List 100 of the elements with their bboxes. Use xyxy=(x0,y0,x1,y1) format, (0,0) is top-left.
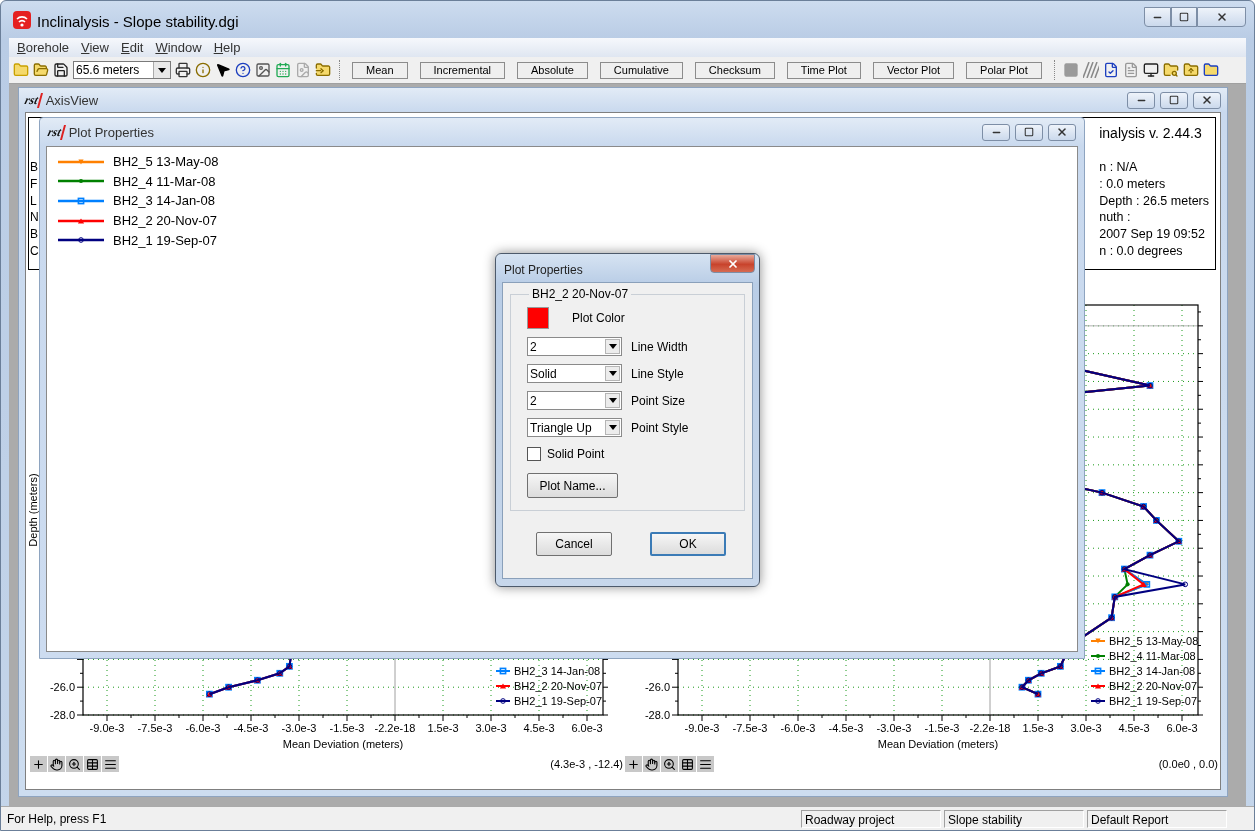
info-text: 2007 Sep 19 09:52 xyxy=(1099,226,1206,243)
caret-icon xyxy=(608,425,617,430)
toolbar-button[interactable]: Vector Plot xyxy=(872,61,955,79)
toolbar-button[interactable]: Absolute xyxy=(517,61,588,79)
info-text: B xyxy=(30,159,39,176)
status-pane: Roadway project xyxy=(801,809,941,828)
close-icon xyxy=(1056,126,1068,138)
pan-button[interactable] xyxy=(48,756,65,772)
dialog-button[interactable]: Cancel xyxy=(536,532,612,556)
legend-label: BH2_3 14-Jan-08 xyxy=(514,665,601,677)
menu-item[interactable]: Window xyxy=(149,40,208,55)
tick-label: -26.0 xyxy=(49,681,75,694)
maximize-icon xyxy=(1179,12,1189,22)
plot-list-item[interactable]: BH2_3 14-Jan-08 xyxy=(113,193,215,209)
tick-label: -2.2e-18 xyxy=(969,722,1011,734)
lines-icon xyxy=(699,757,712,771)
zoom-button[interactable] xyxy=(661,756,678,772)
minimize-button[interactable] xyxy=(1144,7,1171,27)
info-icon[interactable] xyxy=(195,62,211,78)
toolbar-button[interactable]: Mean xyxy=(352,61,408,79)
maximize-button[interactable] xyxy=(1160,91,1188,109)
color-swatch[interactable] xyxy=(527,307,549,329)
checkbox[interactable] xyxy=(527,447,541,461)
toolbar-button[interactable]: Checksum xyxy=(694,61,775,79)
dialog-button[interactable]: OK xyxy=(650,532,726,556)
field-label: Line Style xyxy=(631,366,684,381)
maximize-button[interactable] xyxy=(1171,7,1197,27)
monitor-icon[interactable] xyxy=(1142,62,1159,78)
logo: rst xyxy=(23,92,43,108)
table-button[interactable] xyxy=(84,756,101,772)
field-label: Point Style xyxy=(631,420,689,435)
folder-up-icon[interactable] xyxy=(1182,62,1199,78)
folder-arrow-icon[interactable] xyxy=(315,62,331,78)
hatch-icon[interactable] xyxy=(1082,62,1099,78)
plus-icon xyxy=(627,757,640,771)
dropdown[interactable]: Triangle Up xyxy=(527,418,622,437)
maximize-button[interactable] xyxy=(1015,123,1043,141)
window-title: Inclinalysis - Slope stability.dgi xyxy=(37,13,239,30)
pan-button[interactable] xyxy=(643,756,660,772)
legend-label: BH2_2 20-Nov-07 xyxy=(514,680,603,692)
plot-list-item[interactable]: BH2_4 11-Mar-08 xyxy=(113,173,216,189)
save-icon[interactable] xyxy=(53,62,69,78)
info-text: N xyxy=(30,209,39,227)
tick-label: 6.0e-3 xyxy=(1166,722,1198,734)
menu-item[interactable]: Help xyxy=(207,40,247,55)
toolbar-button[interactable]: Cumulative xyxy=(599,61,683,79)
plot-name-button[interactable]: Plot Name... xyxy=(527,473,618,498)
zoom-icon xyxy=(68,757,81,771)
cursor-coordinates: (4.3e-3 , -12.4) xyxy=(550,758,623,770)
help-icon[interactable] xyxy=(235,62,251,78)
plot-list-item[interactable]: BH2_1 19-Sep-07 xyxy=(113,232,218,248)
crosshair-button[interactable] xyxy=(30,756,47,772)
dropdown[interactable]: 2 xyxy=(527,337,622,356)
dropdown[interactable]: 2 xyxy=(527,391,622,410)
close-button[interactable] xyxy=(1193,91,1221,109)
tick-label: -4.5e-3 xyxy=(828,722,864,734)
minimize-button[interactable] xyxy=(982,123,1010,141)
depth-select[interactable]: 65.6 meters xyxy=(73,61,171,79)
file-check-icon[interactable] xyxy=(1102,62,1119,78)
zoom-button[interactable] xyxy=(66,756,83,772)
toolbar-button[interactable]: Polar Plot xyxy=(966,61,1042,79)
caret-icon xyxy=(608,344,617,349)
maximize-icon xyxy=(1024,127,1034,137)
pointer-icon[interactable] xyxy=(215,62,231,78)
tick-label: -1.5e-3 xyxy=(329,722,365,734)
axis-title: Mean Deviation (meters) xyxy=(282,738,404,750)
menu-item[interactable]: View xyxy=(75,40,115,55)
info-title: inalysis v. 2.44.3 xyxy=(1099,125,1203,141)
plot-list-item[interactable]: BH2_2 20-Nov-07 xyxy=(113,213,218,229)
legend-button[interactable] xyxy=(697,756,714,772)
plot-list-item[interactable]: BH2_5 13-May-08 xyxy=(113,154,219,170)
logo: rst xyxy=(46,124,66,140)
menu-item[interactable]: Edit xyxy=(115,40,150,55)
open-folder-icon[interactable] xyxy=(33,62,49,78)
tick-label: -2.2e-18 xyxy=(374,722,416,734)
printer-icon[interactable] xyxy=(175,62,191,78)
info-text: Depth : 26.5 meters xyxy=(1099,192,1209,210)
caret-icon xyxy=(158,67,166,73)
folder-search-icon[interactable] xyxy=(1162,62,1179,78)
toolbar-button[interactable]: Time Plot xyxy=(786,61,861,79)
close-button[interactable] xyxy=(1048,123,1076,141)
field-label: Point Size xyxy=(631,393,686,408)
status-pane: Slope stability xyxy=(944,809,1084,828)
lines-icon xyxy=(104,757,117,771)
tick-label: 6.0e-3 xyxy=(571,722,603,734)
legend-button[interactable] xyxy=(102,756,119,772)
image-icon[interactable] xyxy=(255,62,271,78)
tick-label: -26.0 xyxy=(644,681,670,694)
crosshair-button[interactable] xyxy=(625,756,642,772)
status-text: For Help, press F1 xyxy=(6,811,108,826)
dialog-title: Plot Properties xyxy=(504,263,583,277)
folder-plus-icon[interactable] xyxy=(1202,62,1219,78)
table-icon xyxy=(681,757,694,771)
dropdown[interactable]: Solid xyxy=(527,364,622,383)
caret-icon xyxy=(608,371,617,376)
table-button[interactable] xyxy=(679,756,696,772)
toolbar-button[interactable]: Incremental xyxy=(419,61,505,79)
axis-title: Depth (meters) xyxy=(28,473,39,547)
menu-item[interactable]: Borehole xyxy=(11,40,76,55)
tick-label: -3.0e-3 xyxy=(281,722,317,734)
